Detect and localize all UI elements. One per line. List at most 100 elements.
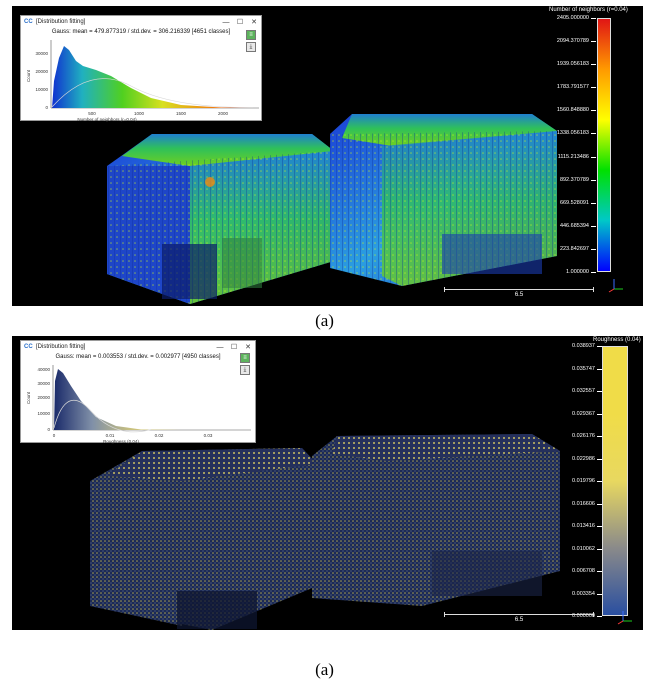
y-axis-label: Count: [26, 391, 31, 404]
scale-bar-label: 6.5: [514, 617, 524, 623]
minimize-icon[interactable]: —: [219, 19, 233, 26]
scale-tick-mark: [591, 248, 596, 250]
scale-tick-label: 1939.056183: [556, 61, 589, 68]
scale-tick-label: 0.003354: [572, 590, 595, 597]
scale-tick-label: 1.000000: [566, 269, 589, 275]
cloudcompare-logo-icon: CC: [24, 343, 33, 350]
maximize-icon[interactable]: ☐: [233, 18, 247, 26]
y-tick: 20000: [35, 69, 48, 74]
scale-tick-mark: [591, 156, 596, 158]
histogram-chart: 40000 30000 20000 10000 0 0 0.01 0.02 0.…: [26, 365, 251, 444]
scale-bar-end: [593, 287, 594, 292]
viewer-panel-neighbors[interactable]: CC [Distribution fitting] — ☐ ✕ Gauss: m…: [12, 6, 643, 306]
scale-tick-label: 0.010062: [572, 545, 595, 552]
scale-tick-label: 0.026176: [572, 433, 595, 439]
scale-bar: [444, 289, 594, 290]
scale-tick-label: 0.019796: [572, 478, 595, 484]
x-tick: 500: [88, 111, 96, 116]
x-tick: 0.02: [155, 433, 164, 438]
x-tick: 1000: [134, 111, 145, 116]
scale-tick-label: 1338.056183: [556, 130, 589, 137]
scale-tick-label: 2405.000000: [556, 15, 589, 21]
gauss-stats: Gauss: mean = 479.877319 / std.dev. = 30…: [51, 29, 231, 35]
export-csv-icon[interactable]: ≡: [240, 353, 250, 363]
scale-title: Number of neighbors (r=0.04): [549, 7, 628, 13]
scale-tick-mark: [591, 225, 596, 227]
y-tick: 30000: [35, 51, 48, 56]
scale-tick-mark: [591, 110, 596, 112]
y-tick: 10000: [37, 411, 50, 416]
scale-tick-mark: [597, 526, 602, 527]
scale-tick-mark: [591, 179, 596, 181]
scale-tick-mark: [597, 368, 602, 370]
scale-tick-label: 0.029367: [572, 410, 595, 417]
scale-tick-mark: [597, 391, 602, 392]
scale-bar-label: 6.5: [514, 292, 524, 298]
export-csv-icon[interactable]: ≡: [246, 30, 256, 40]
color-scale-bar: [602, 346, 628, 616]
scale-tick-label: 223.842697: [559, 245, 589, 252]
scale-tick-mark: [597, 458, 602, 460]
y-axis-label: Count: [26, 69, 31, 82]
scale-tick-label: 1783.791577: [556, 84, 589, 91]
scale-bar-end: [444, 287, 445, 292]
scale-tick-mark: [597, 571, 602, 572]
scale-tick-mark: [597, 616, 602, 617]
window-title: [Distribution fitting]: [36, 344, 86, 350]
color-scale-bar: [597, 18, 611, 272]
scale-bar-end: [593, 612, 594, 617]
close-icon[interactable]: ✕: [247, 18, 261, 26]
x-axis-label: Number of neighbors (r=0.04): [77, 117, 137, 122]
scale-tick-label: 892.370789: [559, 176, 589, 183]
scale-bar: [444, 614, 594, 615]
scale-tick-label: 0.016606: [572, 500, 595, 507]
axis-triad-icon: [608, 279, 623, 293]
cloudcompare-logo-icon: CC: [24, 18, 33, 25]
scale-title: Roughness (0.04): [593, 337, 641, 343]
minimize-icon[interactable]: —: [213, 344, 227, 351]
scale-tick-mark: [591, 272, 596, 273]
scale-tick-label: 446.685394: [559, 222, 589, 229]
scale-tick-label: 0.006708: [572, 568, 595, 574]
scale-tick-mark: [597, 436, 602, 437]
scale-tick-mark: [591, 41, 596, 43]
export-image-icon[interactable]: ⤓: [246, 42, 256, 52]
y-tick: 10000: [35, 87, 48, 92]
histogram-chart: 30000 20000 10000 0 500 1000 1500 2000 N…: [26, 40, 259, 122]
scale-tick-mark: [597, 346, 602, 347]
scale-tick-mark: [591, 64, 596, 66]
close-icon[interactable]: ✕: [241, 343, 255, 351]
scale-tick-mark: [591, 133, 596, 135]
y-tick: 0: [45, 105, 48, 110]
y-tick: 30000: [37, 381, 50, 386]
x-tick: 0: [53, 433, 56, 438]
scale-tick-mark: [597, 481, 602, 482]
gauss-stats: Gauss: mean = 0.003553 / std.dev. = 0.00…: [55, 354, 221, 360]
x-tick: 2000: [218, 111, 229, 116]
scale-tick-label: 0.035747: [572, 365, 595, 372]
distribution-fitting-window[interactable]: CC [Distribution fitting] — ☐ ✕ Gauss: m…: [20, 340, 256, 444]
export-image-icon[interactable]: ⤓: [240, 365, 250, 375]
y-tick: 40000: [37, 367, 50, 372]
scale-tick-mark: [597, 548, 602, 550]
scale-tick-label: 669.528091: [559, 199, 589, 206]
scale-tick-label: 0.032557: [572, 388, 595, 394]
distribution-fitting-window[interactable]: CC [Distribution fitting] — ☐ ✕ Gauss: m…: [20, 15, 262, 122]
x-axis-label: Roughness (0.04): [103, 439, 139, 444]
window-titlebar[interactable]: CC [Distribution fitting] — ☐ ✕: [21, 341, 255, 353]
viewer-panel-roughness[interactable]: CC [Distribution fitting] — ☐ ✕ Gauss: m…: [12, 336, 643, 630]
scale-tick-mark: [591, 18, 596, 19]
window-titlebar[interactable]: CC [Distribution fitting] — ☐ ✕: [21, 16, 261, 28]
scale-tick-label: 0.038937: [572, 343, 595, 349]
caption-b: (a): [315, 660, 334, 679]
scale-tick-label: 0.022986: [572, 455, 595, 462]
caption-a: (a): [315, 311, 334, 330]
scale-tick-label: 1560.848880: [556, 107, 589, 114]
maximize-icon[interactable]: ☐: [227, 343, 241, 351]
y-tick: 0: [47, 427, 50, 432]
scale-bar-end: [444, 612, 445, 617]
scale-tick-mark: [597, 593, 602, 595]
scale-tick-mark: [591, 202, 596, 204]
axis-triad-icon: [617, 611, 632, 625]
window-title: [Distribution fitting]: [36, 19, 86, 25]
